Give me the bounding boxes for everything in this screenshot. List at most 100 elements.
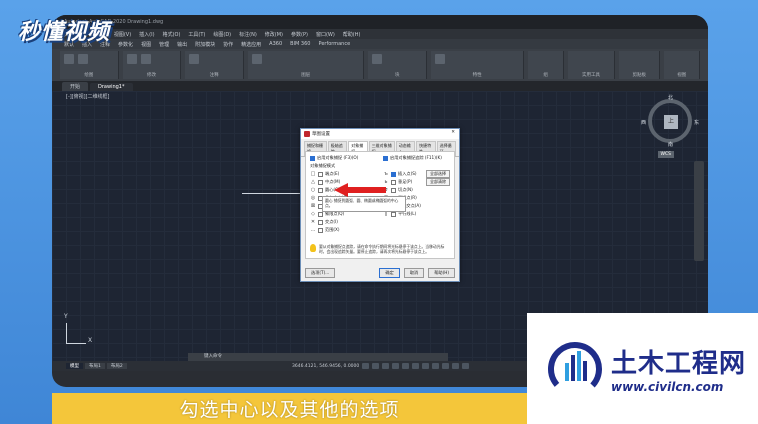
osnap-checkbox[interactable]: [391, 179, 396, 185]
customize-menu-icon[interactable]: [462, 363, 470, 369]
wcs-menu[interactable]: WCS: [657, 151, 674, 158]
osnap-mode-intersection[interactable]: ✕ 交点(I): [310, 218, 377, 226]
osnap-checkbox[interactable]: [391, 211, 396, 217]
ribbon-tab-a360[interactable]: A360: [269, 41, 282, 47]
layer-properties-icon[interactable]: [252, 54, 263, 64]
ribbon-tab-output[interactable]: 输出: [177, 41, 187, 48]
ribbon-panel-block[interactable]: 块: [368, 51, 428, 79]
ribbon-panel-draw[interactable]: 绘图: [60, 51, 119, 79]
ucs-y-axis: [66, 323, 67, 343]
doc-tab-drawing1[interactable]: Drawing1*: [90, 83, 133, 91]
select-all-button[interactable]: 全部选择: [426, 170, 450, 178]
object-snap-panel: 启用对象捕捉 (F3)(O) 启用对象捕捉追踪 (F11)(K) 对象捕捉模式 …: [305, 151, 455, 259]
ribbon-panel-utilities[interactable]: 实用工具: [567, 51, 616, 79]
ribbon-tab-performance[interactable]: Performance: [318, 41, 350, 47]
coordinates-readout[interactable]: 3646.4121, 546.9456, 0.0000: [292, 364, 359, 369]
viewcube[interactable]: 北 南 西 东 上: [641, 95, 699, 148]
ribbon-panel-view[interactable]: 视图: [664, 51, 701, 79]
line-tool-icon[interactable]: [64, 54, 74, 64]
layout-tab-model[interactable]: 模型: [66, 363, 83, 369]
ribbon-panel-properties[interactable]: 特性: [431, 51, 525, 79]
ok-button[interactable]: 确定: [379, 268, 400, 278]
options-button[interactable]: 选项(T)...: [305, 268, 336, 278]
ribbon-panel-groups[interactable]: 组: [528, 51, 564, 79]
osnap-checkbox[interactable]: [318, 219, 323, 225]
osnap-checkbox[interactable]: [318, 179, 323, 185]
insertion-marker-icon: ъ: [384, 171, 388, 177]
clear-all-button[interactable]: 全部清除: [426, 178, 450, 186]
ribbon-tab-featured[interactable]: 精选应用: [241, 41, 261, 48]
grid-icon[interactable]: [372, 363, 380, 369]
osnap-checkbox[interactable]: [318, 187, 323, 193]
enable-osnap-checkbox[interactable]: [310, 155, 315, 161]
viewcube-north[interactable]: 北: [668, 94, 673, 101]
menu-tools[interactable]: 工具(T): [188, 31, 205, 38]
polyline-tool-icon[interactable]: [78, 54, 88, 64]
viewcube-east[interactable]: 东: [694, 119, 699, 126]
osnap-checkbox[interactable]: [318, 227, 323, 233]
otrack-icon[interactable]: [422, 363, 430, 369]
osnap-mode-tangent[interactable]: σ切点(N): [383, 186, 450, 194]
ribbon-panel-annotate[interactable]: 注释: [185, 51, 245, 79]
osnap-mode-insertion[interactable]: ъ 插入点(S) 全部选择: [383, 170, 450, 178]
copy-tool-icon[interactable]: [140, 54, 151, 64]
viewcube-south[interactable]: 南: [668, 141, 673, 148]
menu-bar: 文件(F) 编辑(E) 视图(V) 插入(I) 格式(O) 工具(T) 绘图(D…: [52, 29, 708, 39]
enable-osnap-row[interactable]: 启用对象捕捉 (F3)(O): [310, 154, 377, 162]
layout-tab-layout1[interactable]: 布局1: [85, 363, 105, 369]
ribbon-tab-addins[interactable]: 附加模块: [195, 41, 215, 48]
dialog-title: 草图设置: [312, 132, 330, 137]
ribbon-tab-manage[interactable]: 管理: [159, 41, 169, 48]
viewport-controls[interactable]: [-][俯视][二维线框]: [66, 93, 110, 100]
ribbon-tab-bim360[interactable]: BIM 360: [290, 41, 310, 47]
close-icon[interactable]: ✕: [451, 130, 455, 135]
ribbon-tab-collaborate[interactable]: 协作: [223, 41, 233, 48]
help-button[interactable]: 帮助(H): [428, 268, 455, 278]
viewcube-west[interactable]: 西: [641, 119, 646, 126]
insert-block-icon[interactable]: [372, 54, 383, 64]
ribbon-tab-parametric[interactable]: 参数化: [118, 41, 133, 48]
viewcube-top-face[interactable]: 上: [664, 115, 678, 129]
layout-tab-layout2[interactable]: 布局2: [106, 363, 127, 369]
endpoint-marker-icon: □: [310, 171, 316, 177]
menu-parametric[interactable]: 参数(P): [291, 31, 308, 38]
menu-window[interactable]: 窗口(W): [316, 31, 335, 38]
workspace-gear-icon[interactable]: [452, 363, 460, 369]
ribbon-panel-clipboard[interactable]: 剪贴板: [619, 51, 661, 79]
snap-icon[interactable]: [382, 363, 390, 369]
menu-view[interactable]: 视图(V): [114, 31, 131, 38]
ribbon-tab-view[interactable]: 视图: [141, 41, 151, 48]
menu-help[interactable]: 帮助(H): [343, 31, 361, 38]
menu-dimension[interactable]: 标注(N): [239, 31, 257, 38]
osnap-mode-extension[interactable]: … 范围(X): [310, 226, 377, 234]
osnap-checkbox[interactable]: [391, 187, 396, 193]
polar-icon[interactable]: [402, 363, 410, 369]
osnap-checkbox[interactable]: [318, 211, 323, 217]
menu-format[interactable]: 格式(O): [163, 31, 181, 38]
ortho-icon[interactable]: [392, 363, 400, 369]
annotation-scale-icon[interactable]: [442, 363, 450, 369]
doc-tab-start[interactable]: 开始: [62, 82, 89, 91]
red-pointer-arrow-icon: [334, 183, 386, 197]
menu-draw[interactable]: 绘图(D): [213, 31, 231, 38]
cancel-button[interactable]: 取消: [403, 268, 425, 278]
intersection-marker-icon: ✕: [310, 219, 316, 225]
command-line[interactable]: 键入命令: [188, 353, 448, 361]
ribbon-panel-layers[interactable]: 图层: [248, 51, 365, 79]
osnap-checkbox[interactable]: [391, 171, 396, 177]
osnap-mode-perpendicular[interactable]: ь 垂足(P) 全部清除: [383, 178, 450, 186]
move-tool-icon[interactable]: [126, 54, 137, 64]
ribbon-panel-modify[interactable]: 修改: [122, 51, 182, 79]
lineweight-icon[interactable]: [432, 363, 440, 369]
enable-tracking-row[interactable]: 启用对象捕捉追踪 (F11)(K): [383, 154, 450, 162]
model-space-icon[interactable]: [362, 363, 370, 369]
enable-tracking-checkbox[interactable]: [383, 155, 388, 161]
osnap-mode-endpoint[interactable]: □ 端点(E): [310, 170, 377, 178]
osnap-icon[interactable]: [412, 363, 420, 369]
navigation-bar[interactable]: [694, 161, 704, 261]
text-tool-icon[interactable]: [189, 54, 200, 64]
menu-modify[interactable]: 修改(M): [265, 31, 283, 38]
osnap-checkbox[interactable]: [318, 171, 323, 177]
menu-insert[interactable]: 插入(I): [139, 31, 154, 38]
match-properties-icon[interactable]: [435, 54, 446, 64]
